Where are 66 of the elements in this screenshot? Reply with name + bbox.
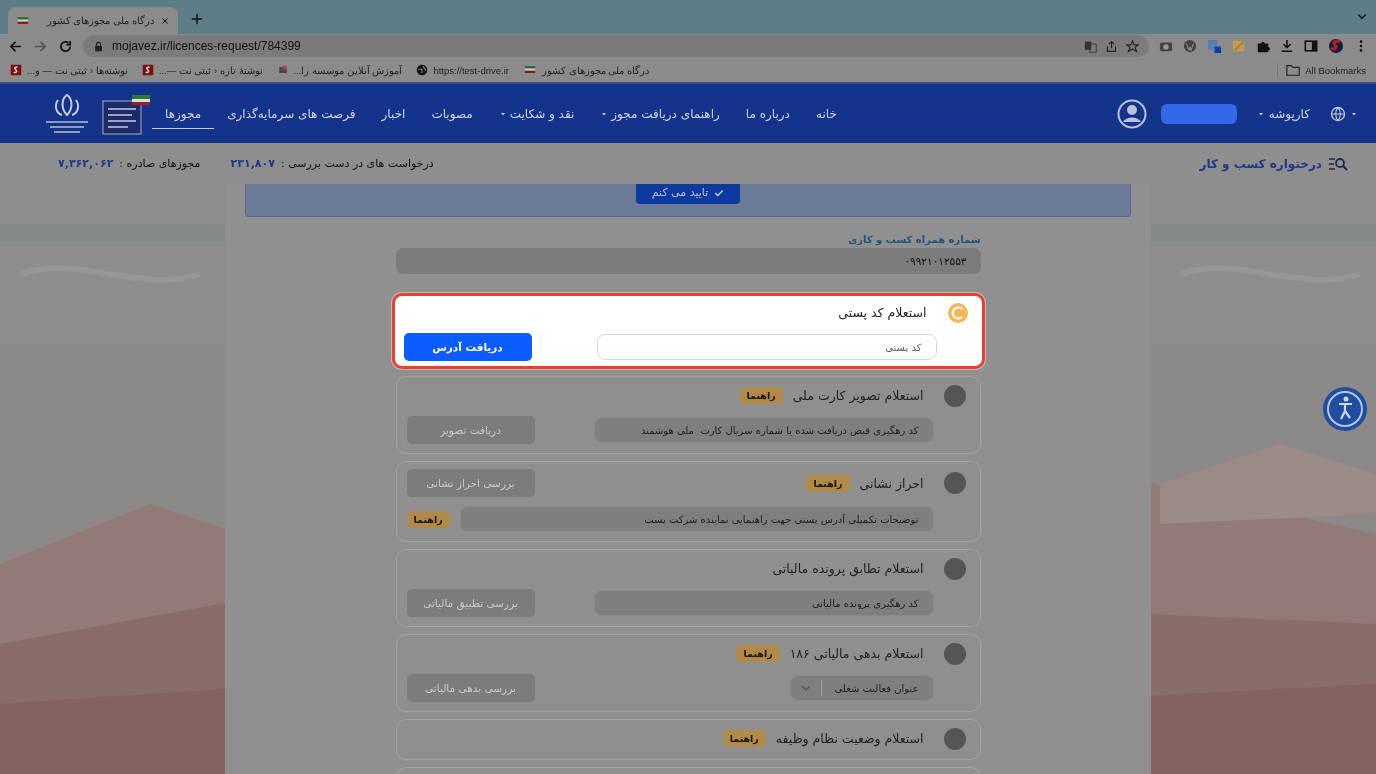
url-text: mojavez.ir/licences-request/784399 bbox=[112, 39, 302, 53]
translate-icon[interactable] bbox=[1084, 39, 1097, 53]
bookmark[interactable]: آموزش آنلاین موسسه را... bbox=[276, 64, 403, 76]
folder-icon bbox=[1286, 63, 1301, 77]
lock-icon bbox=[93, 40, 104, 52]
field-label: شماره همراه کسب و کاری bbox=[847, 234, 981, 245]
globe-icon[interactable] bbox=[1330, 105, 1346, 122]
confirm-button[interactable]: تایید می کنم bbox=[635, 184, 741, 204]
flag-icon bbox=[522, 64, 537, 76]
card-title: احراز نشانی bbox=[859, 475, 924, 491]
side-panel-icon[interactable] bbox=[1304, 39, 1318, 53]
download-icon[interactable] bbox=[1280, 39, 1294, 53]
bookmark-logo-icon bbox=[10, 64, 22, 76]
accessibility-button[interactable] bbox=[1322, 386, 1368, 432]
profile-logo-icon[interactable] bbox=[1328, 38, 1344, 54]
phone-field[interactable]: ۰۹۹۲۱۰۱۲۵۵۳ bbox=[395, 248, 981, 274]
nav-link[interactable]: اخبار bbox=[368, 84, 419, 143]
stat-label: درخواست های در دست بررسی : bbox=[280, 157, 434, 170]
tab-title: درگاه ملی مجوزهای کشور bbox=[45, 15, 154, 26]
bookmark-logo-icon bbox=[276, 64, 289, 76]
nav-link[interactable]: خانه bbox=[802, 84, 850, 143]
browser-tab[interactable]: درگاه ملی مجوزهای کشور bbox=[8, 7, 178, 34]
accessibility-icon bbox=[1322, 386, 1368, 432]
all-bookmarks[interactable]: All Bookmarks bbox=[1277, 63, 1366, 77]
puzzle-icon[interactable] bbox=[1256, 39, 1270, 53]
card-title: استعلام کد پستی bbox=[838, 305, 927, 320]
help-badge[interactable]: راهنما bbox=[739, 387, 783, 404]
user-avatar-icon[interactable] bbox=[1116, 98, 1147, 129]
page-title: درختواره کسب و کار bbox=[1199, 156, 1322, 171]
flag-icon bbox=[16, 14, 30, 27]
bookmark[interactable]: نوشتهٔ تازه ‹ ثبتی نت —... bbox=[141, 64, 263, 76]
close-icon[interactable] bbox=[160, 15, 170, 26]
nav-link[interactable]: راهنمای دریافت مجوز bbox=[587, 84, 733, 143]
help-badge[interactable]: راهنما bbox=[736, 645, 780, 662]
nav-link[interactable]: فرصت های سرمایه‌گذاری bbox=[214, 84, 369, 143]
nav-link[interactable]: درباره ما bbox=[732, 84, 803, 143]
action-button[interactable]: دریافت آدرس bbox=[403, 333, 532, 361]
reload-icon[interactable] bbox=[58, 38, 73, 54]
bookmark-logo-icon bbox=[141, 64, 154, 76]
bookmark[interactable]: نوشته‌ها ‹ ثبتی نت — و... bbox=[10, 64, 128, 76]
nav-link[interactable]: مصوبات bbox=[418, 84, 486, 143]
card-title: استعلام وضعیت نظام وظیفه bbox=[775, 731, 924, 746]
star-icon[interactable] bbox=[1126, 39, 1139, 53]
card-title: استعلام بدهی مالیاتی ۱۸۶ bbox=[789, 646, 924, 661]
address-bar[interactable]: mojavez.ir/licences-request/784399 bbox=[83, 35, 1149, 57]
ministry-logo[interactable] bbox=[102, 92, 152, 135]
extension-squares-icon[interactable] bbox=[1207, 38, 1222, 54]
share-icon[interactable] bbox=[1105, 39, 1118, 53]
workspace-menu[interactable]: کارپوشه bbox=[1250, 105, 1316, 122]
stat-value: ۷,۳۶۲,۰۶۲ bbox=[58, 157, 114, 170]
stat-label: مجوزهای صادره : bbox=[119, 157, 201, 170]
card-title: استعلام تطابق پرونده مالیاتی bbox=[772, 561, 924, 576]
help-badge[interactable]: راهنما bbox=[806, 474, 850, 492]
check-icon bbox=[714, 187, 725, 198]
globe-icon bbox=[416, 64, 429, 76]
help-badge[interactable]: راهنما bbox=[406, 510, 450, 528]
stat-value: ۲۳۱,۸۰۷ bbox=[230, 157, 275, 170]
nav-link[interactable]: مجوزها bbox=[152, 99, 215, 129]
nav-link[interactable]: نقد و شکایت bbox=[485, 84, 588, 143]
select-field[interactable]: عنوان فعالیت شغلی bbox=[789, 675, 934, 701]
help-badge[interactable]: راهنما bbox=[722, 730, 766, 747]
chevron-down-icon bbox=[800, 683, 811, 693]
card-title: استعلام تصویر کارت ملی bbox=[792, 388, 924, 403]
tree-search-icon bbox=[1328, 155, 1348, 172]
bookmark[interactable]: درگاه ملی مجوزهای کشور bbox=[522, 64, 649, 76]
bookmark[interactable]: https://test-drive.ir bbox=[416, 64, 509, 76]
